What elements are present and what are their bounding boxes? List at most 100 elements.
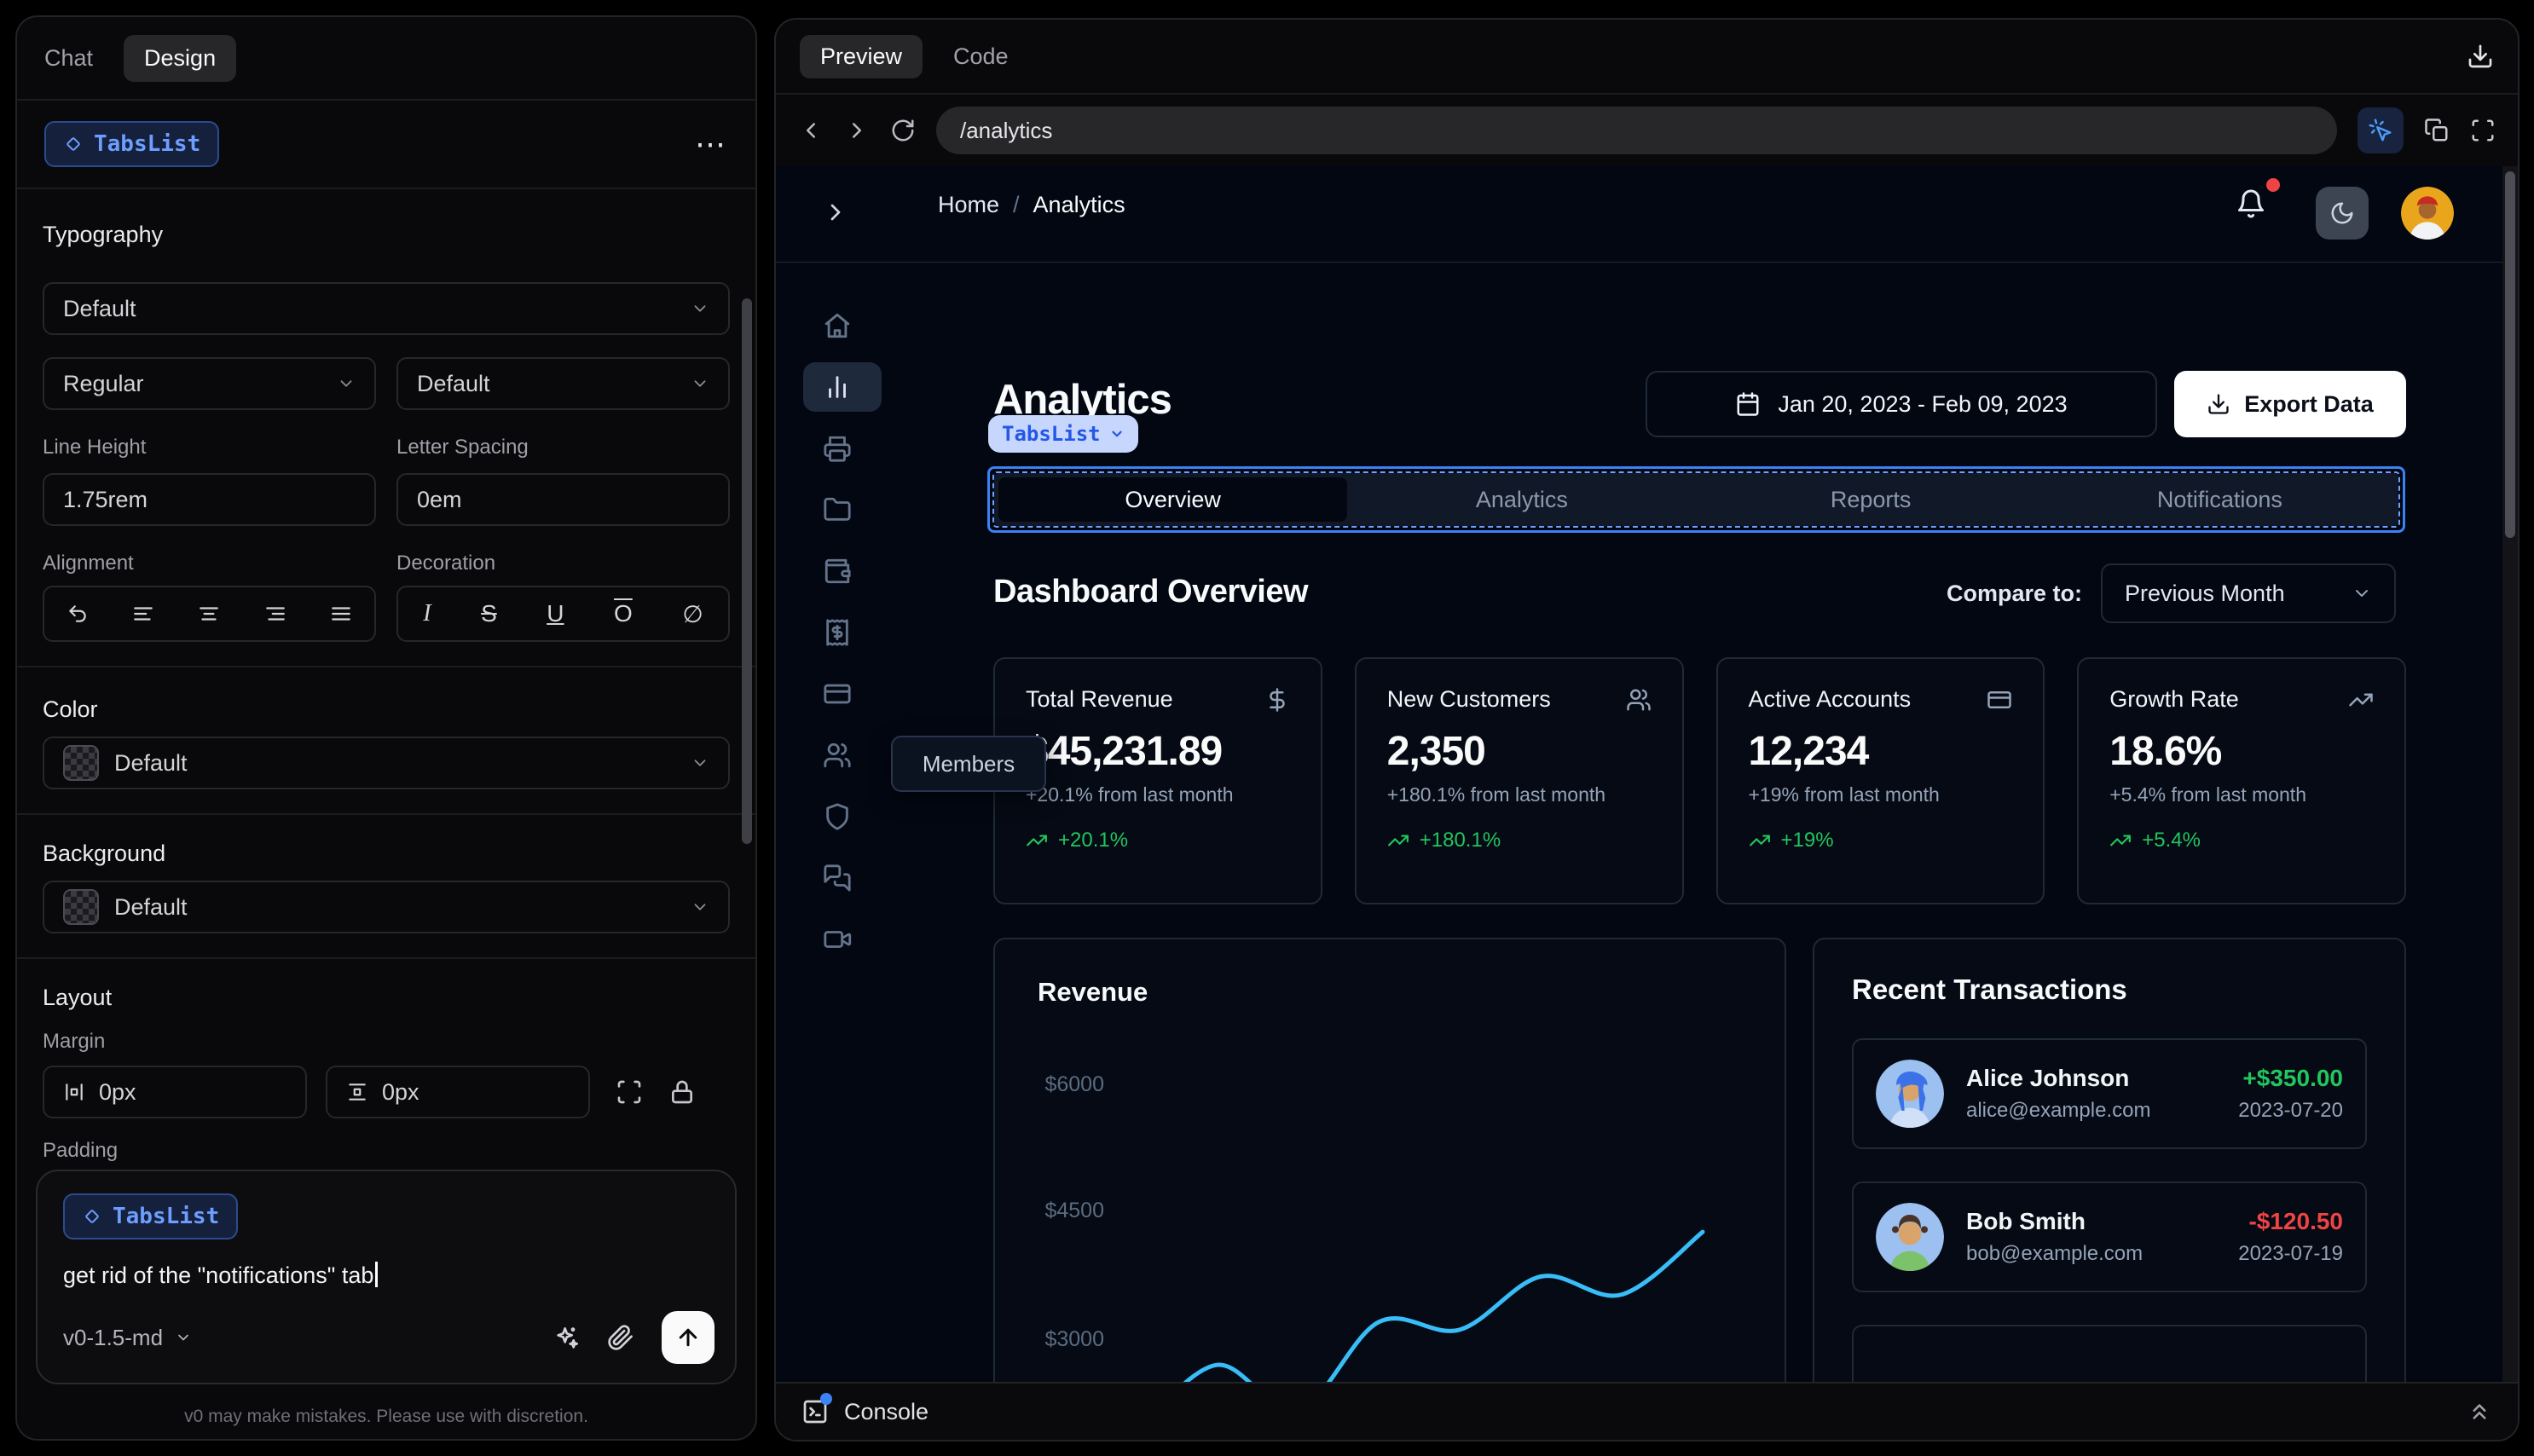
sidebar-item-receipt-icon[interactable]: [823, 618, 852, 647]
font-family-value: Default: [63, 295, 136, 321]
underline-icon[interactable]: U: [547, 600, 564, 627]
sidebar-item-video-icon[interactable]: [823, 925, 852, 954]
component-chip-label: TabsList: [94, 131, 201, 157]
selected-component-chip[interactable]: TabsList: [44, 121, 220, 167]
trending-up-icon: [2109, 829, 2132, 852]
send-button[interactable]: [662, 1311, 714, 1364]
bell-icon[interactable]: [2236, 188, 2266, 219]
stat-trend: +5.4%: [2142, 829, 2201, 852]
typography-label: Typography: [43, 222, 164, 247]
panel-scrollbar[interactable]: [742, 298, 752, 844]
strikethrough-icon[interactable]: S: [481, 600, 497, 627]
transparent-swatch: [63, 745, 99, 781]
diamond-icon: [63, 134, 84, 154]
copy-icon[interactable]: [2424, 118, 2450, 143]
transaction-row[interactable]: Bob Smith bob@example.com -$120.50 2023-07…: [1852, 1182, 2367, 1292]
color-value: Default: [114, 749, 188, 776]
background-value: Default: [114, 893, 188, 920]
selection-badge[interactable]: TabsList: [988, 415, 1138, 453]
sidebar-item-folder-icon[interactable]: [823, 495, 852, 524]
tab-analytics[interactable]: Analytics: [1347, 477, 1696, 522]
download-icon[interactable]: [2467, 43, 2494, 70]
export-data-button[interactable]: Export Data: [2174, 371, 2406, 437]
composer-chip-label: TabsList: [113, 1204, 220, 1229]
overline-icon[interactable]: O: [614, 600, 633, 627]
sidebar-item-messages-icon[interactable]: [823, 864, 852, 893]
chevrons-up-icon[interactable]: [2467, 1399, 2492, 1424]
recent-transactions-card: Recent Transactions Alice Johnson alice@e…: [1813, 938, 2406, 1382]
italic-icon[interactable]: I: [423, 600, 431, 627]
sidebar-item-wallet-icon[interactable]: [823, 557, 852, 586]
tab-preview[interactable]: Preview: [800, 34, 923, 78]
spacing-labels: Line Height Letter Spacing: [43, 436, 730, 459]
section-title: Dashboard Overview: [993, 574, 1309, 610]
tab-code[interactable]: Code: [953, 43, 1009, 70]
sparkles-icon[interactable]: [553, 1324, 580, 1351]
background-select[interactable]: Default: [43, 881, 730, 933]
canvas-scrollbar-thumb[interactable]: [2505, 171, 2515, 538]
align-center-icon[interactable]: [198, 603, 220, 625]
font-size-select[interactable]: Default: [396, 357, 730, 410]
theme-toggle-button[interactable]: [2316, 187, 2369, 240]
tab-reports[interactable]: Reports: [1697, 477, 2045, 522]
console-bar[interactable]: Console: [776, 1382, 2518, 1440]
letter-spacing-value: 0em: [417, 486, 462, 512]
members-tooltip: Members: [891, 736, 1046, 792]
margin-y-input[interactable]: 0px: [326, 1066, 590, 1118]
undo-icon[interactable]: [67, 603, 89, 625]
font-weight-select[interactable]: Regular: [43, 357, 376, 410]
breadcrumb-home[interactable]: Home: [938, 192, 999, 218]
line-height-input[interactable]: 1.75rem: [43, 473, 376, 526]
sidebar-item-home-icon[interactable]: [823, 311, 852, 340]
lock-icon[interactable]: [668, 1078, 696, 1106]
align-right-icon[interactable]: [264, 603, 286, 625]
breadcrumb-current: Analytics: [1033, 192, 1125, 217]
align-justify-icon[interactable]: [330, 603, 352, 625]
sidebar-item-analytics-icon[interactable]: [823, 373, 852, 402]
color-select[interactable]: Default: [43, 737, 730, 789]
sidebar-item-members-icon[interactable]: [823, 741, 852, 770]
forward-icon[interactable]: [844, 118, 870, 143]
letter-spacing-input[interactable]: 0em: [396, 473, 730, 526]
chevron-down-icon: [691, 299, 709, 318]
tab-design[interactable]: Design: [124, 34, 237, 82]
model-select[interactable]: v0-1.5-md: [63, 1325, 192, 1351]
margin-x-input[interactable]: 0px: [43, 1066, 307, 1118]
tab-notifications[interactable]: Notifications: [2045, 477, 2394, 522]
back-icon[interactable]: [798, 118, 824, 143]
more-options-icon[interactable]: ⋯: [695, 129, 728, 159]
design-sections: Typography Default Regular Default Line …: [17, 222, 755, 1228]
sidebar-toggle-icon[interactable]: [822, 199, 849, 226]
sidebar-item-printer-icon[interactable]: [823, 434, 852, 463]
expand-icon[interactable]: [616, 1078, 643, 1106]
align-left-icon[interactable]: [132, 603, 154, 625]
sidebar-item-billing-icon[interactable]: [823, 679, 852, 708]
compare-select[interactable]: Previous Month: [2101, 563, 2396, 623]
alignment-label: Alignment: [43, 552, 134, 575]
user-avatar[interactable]: [2401, 187, 2454, 240]
chevron-down-icon: [691, 374, 709, 393]
inspect-cursor-button[interactable]: [2358, 107, 2404, 153]
canvas-scrollbar-track[interactable]: [2502, 166, 2518, 1382]
paperclip-icon[interactable]: [607, 1324, 634, 1351]
fullscreen-icon[interactable]: [2470, 118, 2496, 143]
app-top-nav: Home / Analytics: [776, 166, 2518, 263]
section-header-row: Dashboard Overview Compare to: Previous …: [993, 563, 2406, 623]
tab-chat[interactable]: Chat: [44, 45, 93, 72]
font-family-select[interactable]: Default: [43, 282, 730, 335]
date-range-button[interactable]: Jan 20, 2023 - Feb 09, 2023: [1646, 371, 2157, 437]
arrow-up-icon: [675, 1325, 701, 1350]
chat-composer[interactable]: TabsList get rid of the "notifications" …: [36, 1170, 737, 1384]
stat-cards: Total Revenue $45,231.89 +20.1% from las…: [993, 657, 2406, 904]
transaction-email: alice@example.com: [1966, 1099, 2151, 1122]
sidebar-item-security-icon[interactable]: [823, 802, 852, 831]
refresh-icon[interactable]: [890, 118, 916, 143]
tab-overview[interactable]: Overview: [998, 477, 1348, 522]
prompt-input[interactable]: get rid of the "notifications" tab: [63, 1262, 709, 1289]
transaction-email: bob@example.com: [1966, 1242, 2143, 1265]
transaction-row[interactable]: Alice Johnson alice@example.com +$350.00 2…: [1852, 1038, 2367, 1149]
composer-context-chip[interactable]: TabsList: [63, 1193, 239, 1239]
url-input[interactable]: /analytics: [936, 107, 2337, 154]
no-decoration-icon[interactable]: ∅: [682, 600, 703, 628]
design-panel: Chat Design TabsList ⋯ Typography Defaul…: [15, 15, 757, 1441]
